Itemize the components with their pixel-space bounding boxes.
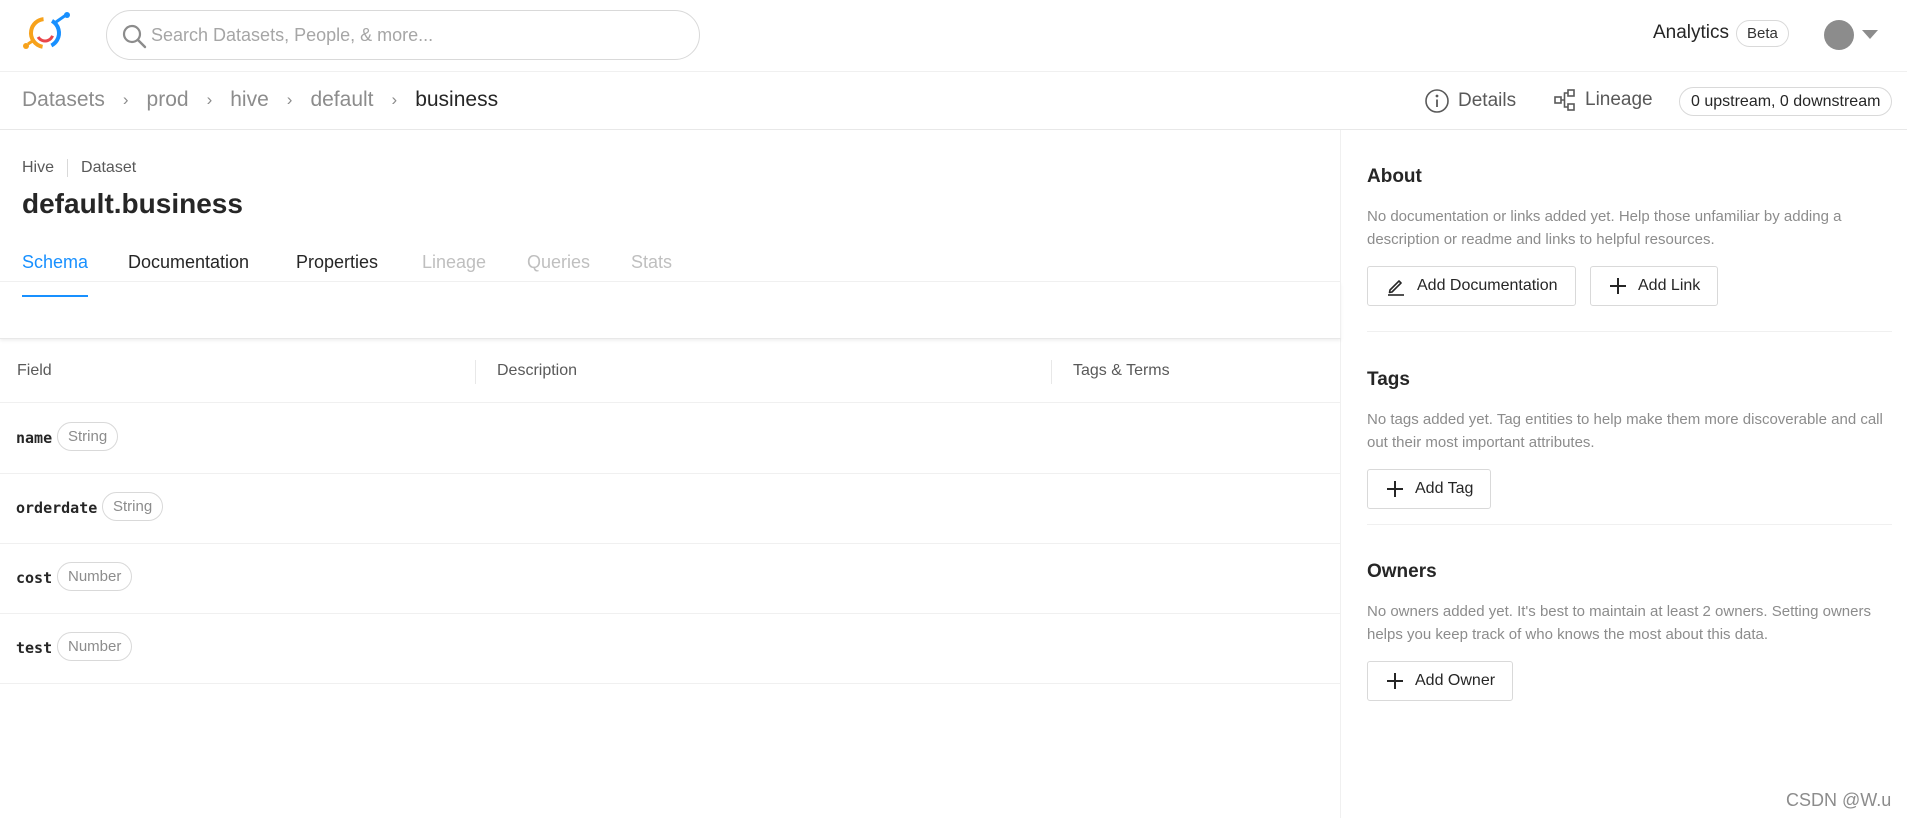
info-icon (1425, 89, 1449, 113)
plus-icon (1387, 673, 1403, 689)
field-name: cost (16, 569, 53, 587)
search-icon (122, 24, 147, 49)
add-documentation-label: Add Documentation (1417, 277, 1558, 294)
tags-text: No tags added yet. Tag entities to help … (1367, 411, 1883, 451)
section-divider (1367, 331, 1892, 332)
tab-stats: Stats (631, 252, 673, 272)
add-tag-label: Add Tag (1415, 480, 1474, 497)
add-tag-button[interactable]: Add Tag (1367, 469, 1492, 509)
search-input[interactable] (151, 11, 681, 59)
schema-toolbar (0, 282, 1341, 339)
field-type-badge: String (57, 422, 119, 451)
add-link-button[interactable]: Add Link (1590, 266, 1719, 306)
field-name: name (16, 429, 53, 447)
entity-tabs: Schema Documentation Properties Lineage … (0, 230, 1341, 282)
breadcrumb: Datasets › prod › hive › default › busin… (22, 88, 498, 112)
breadcrumb-datasets[interactable]: Datasets (22, 88, 105, 112)
field-type-badge: String (102, 492, 164, 521)
column-header-tags-terms[interactable]: Tags & Terms (1073, 362, 1170, 380)
breadcrumb-default[interactable]: default (310, 88, 373, 112)
entity-main: Hive Dataset default.business Schema Doc… (0, 130, 1341, 818)
search-box[interactable] (106, 10, 700, 60)
entity-platform-type: Hive Dataset (22, 159, 136, 177)
chevron-down-icon[interactable] (1862, 30, 1878, 39)
avatar[interactable] (1824, 20, 1854, 50)
table-row[interactable]: test Number (0, 614, 1341, 684)
column-separator (1051, 360, 1052, 384)
divider (67, 159, 69, 177)
breadcrumb-current: business (415, 88, 499, 111)
details-button[interactable]: Details (1424, 88, 1516, 114)
plus-icon (1387, 481, 1403, 497)
watermark: CSDN @W.u (1786, 790, 1892, 810)
top-header: Analytics Beta (0, 0, 1907, 72)
analytics-link[interactable]: Analytics (1653, 22, 1729, 44)
table-row[interactable]: orderdate String (0, 474, 1341, 544)
schema-table-header: Field Description Tags & Terms (0, 340, 1341, 403)
table-row[interactable]: name String (0, 404, 1341, 474)
add-owner-button[interactable]: Add Owner (1367, 661, 1514, 701)
owners-text: No owners added yet. It's best to mainta… (1367, 603, 1871, 643)
tab-queries: Queries (527, 252, 591, 272)
field-type-badge: Number (57, 562, 133, 591)
field-name: test (16, 639, 53, 657)
column-separator (475, 360, 476, 384)
about-text: No documentation or links added yet. Hel… (1367, 208, 1842, 248)
owners-heading: Owners (1367, 561, 1437, 582)
add-documentation-button[interactable]: Add Documentation (1367, 266, 1576, 306)
tab-properties[interactable]: Properties (296, 252, 378, 273)
breadcrumb-separator: › (286, 90, 293, 109)
plus-icon (1610, 278, 1626, 294)
breadcrumb-prod[interactable]: prod (147, 88, 189, 112)
beta-badge: Beta (1736, 20, 1789, 47)
breadcrumb-separator: › (391, 90, 398, 109)
breadcrumb-separator: › (122, 90, 129, 109)
section-divider (1367, 524, 1892, 525)
tab-schema[interactable]: Schema (22, 252, 88, 273)
lineage-button[interactable]: Lineage (1553, 88, 1653, 112)
about-heading: About (1367, 166, 1422, 187)
datahub-logo-icon[interactable] (20, 10, 72, 56)
field-type-badge: Number (57, 632, 133, 661)
platform-label: Hive (22, 159, 55, 176)
add-owner-label: Add Owner (1415, 672, 1496, 689)
field-name: orderdate (16, 499, 98, 517)
breadcrumb-separator: › (206, 90, 213, 109)
lineage-label: Lineage (1585, 89, 1653, 110)
tab-documentation[interactable]: Documentation (128, 252, 249, 273)
upstream-downstream-badge[interactable]: 0 upstream, 0 downstream (1679, 87, 1893, 116)
entity-type-label: Dataset (81, 159, 137, 176)
breadcrumb-bar: Datasets › prod › hive › default › busin… (0, 72, 1907, 130)
page-title: default.business (22, 188, 243, 219)
add-link-label: Add Link (1638, 277, 1701, 294)
table-row[interactable]: cost Number (0, 544, 1341, 614)
entity-sidebar: About No documentation or links added ye… (1342, 130, 1907, 818)
column-header-field[interactable]: Field (17, 362, 52, 380)
edit-icon (1388, 280, 1404, 296)
tags-heading: Tags (1367, 369, 1410, 390)
breadcrumb-hive[interactable]: hive (230, 88, 269, 112)
tab-lineage: Lineage (422, 252, 487, 272)
details-label: Details (1458, 90, 1517, 111)
column-header-description[interactable]: Description (497, 362, 577, 380)
lineage-icon (1554, 89, 1575, 111)
